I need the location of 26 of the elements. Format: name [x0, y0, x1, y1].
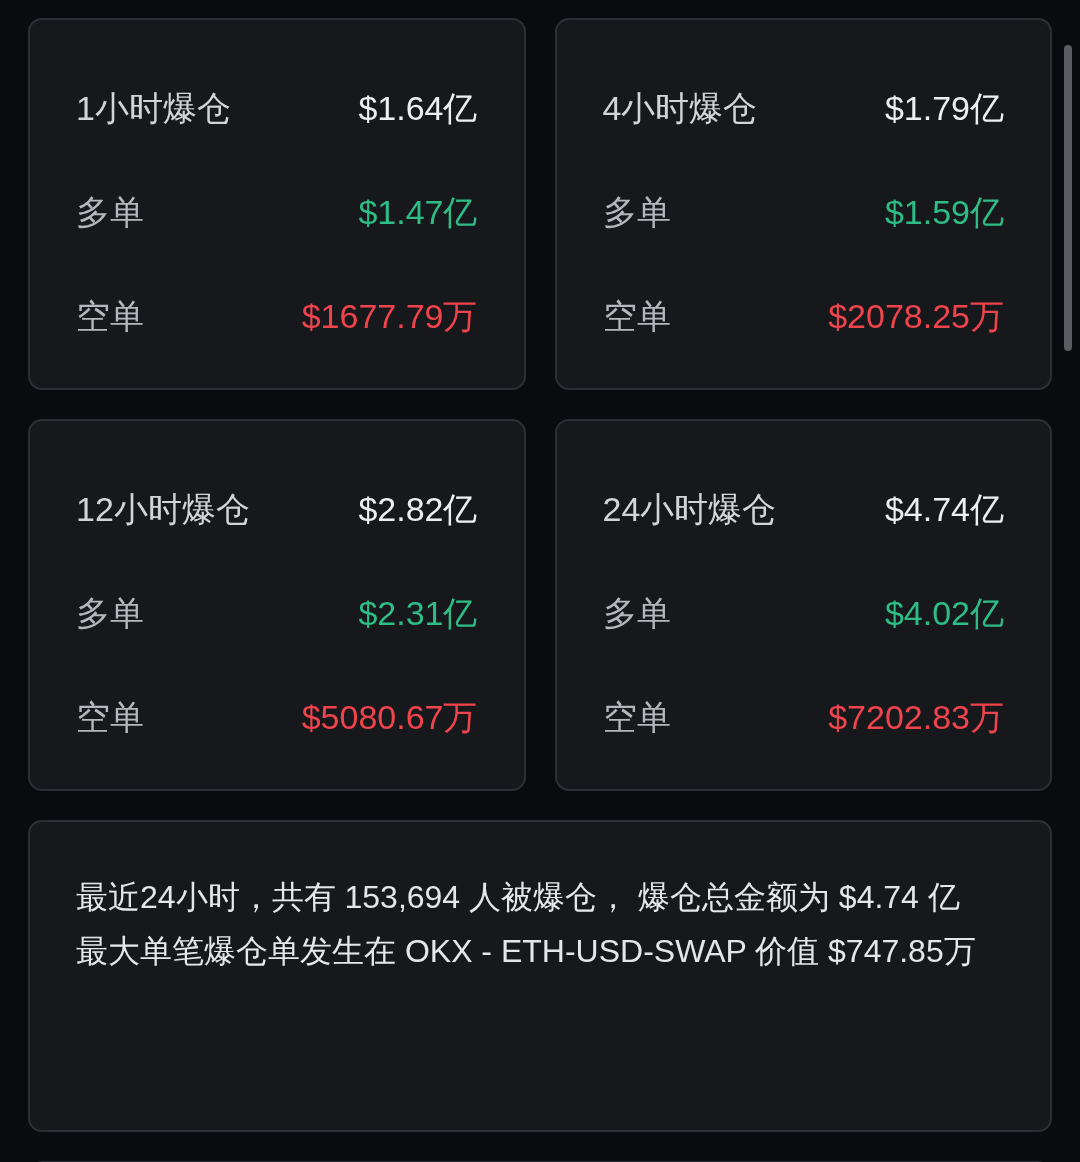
row-label: 空单	[602, 697, 671, 737]
row-label: 空单	[602, 296, 671, 336]
row-label: 多单	[76, 593, 144, 633]
row-label: 4小时爆仓	[602, 88, 758, 128]
row-value: $5080.67万	[301, 697, 478, 737]
row-value: $1.64亿	[358, 88, 478, 128]
row-value: $1677.79万	[301, 296, 478, 336]
row-value: $4.74亿	[884, 489, 1004, 529]
row-value: $1.79亿	[884, 88, 1004, 128]
row-value: $7202.83万	[828, 697, 1004, 737]
row-label: 24小时爆仓	[602, 489, 777, 529]
row-value: $1.47亿	[358, 192, 478, 232]
row-label: 多单	[76, 192, 144, 232]
row-label: 多单	[602, 192, 671, 232]
row-value: $2078.25万	[828, 296, 1004, 336]
row-label: 空单	[76, 697, 144, 737]
row-label: 空单	[76, 296, 144, 336]
row-label: 多单	[602, 593, 671, 633]
row-value: $2.82亿	[358, 489, 478, 529]
row-value: $4.02亿	[884, 593, 1004, 633]
row-value: $2.31亿	[358, 593, 478, 633]
summary-text: 最近24小时，共有 153,694 人被爆仓， 爆仓总金额为 $4.74 亿	[76, 878, 961, 917]
row-label: 12小时爆仓	[76, 489, 250, 529]
row-label: 1小时爆仓	[76, 88, 231, 128]
row-value: $1.59亿	[884, 192, 1004, 232]
summary-text: 最大单笔爆仓单发生在 OKX - ETH-USD-SWAP 价值 $747.85万	[76, 932, 977, 971]
